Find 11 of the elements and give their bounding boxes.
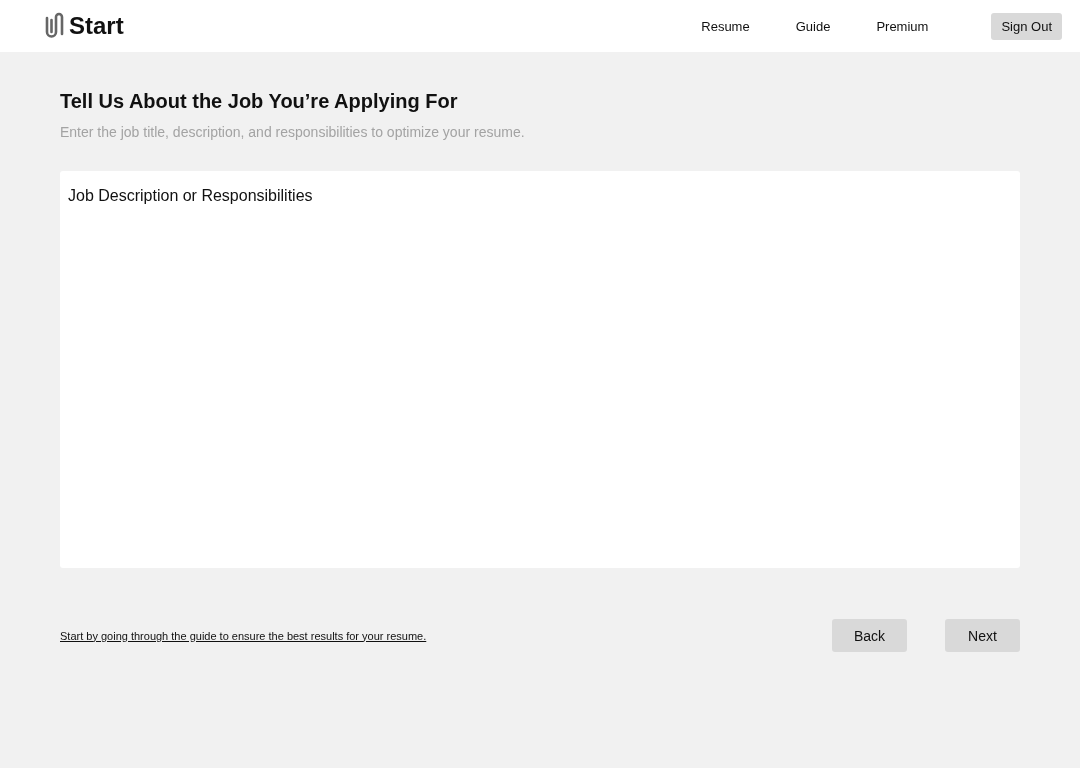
job-description-field[interactable]: Job Description or Responsibilities	[60, 171, 1020, 568]
page-subheading: Enter the job title, description, and responsibilities to optimize your resume.	[60, 124, 526, 140]
nav-button[interactable]: Next	[945, 619, 1020, 652]
nav-link[interactable]: Premium	[876, 18, 929, 34]
page-heading: Tell Us About the Job You’re Applying For	[60, 90, 459, 114]
logo-text[interactable]: Start	[69, 12, 124, 40]
guide-link[interactable]: Start by going through the guide to ensure the best results for your resume.	[60, 629, 427, 642]
nav-button[interactable]: Back	[832, 619, 907, 652]
nav-link[interactable]: Guide	[795, 18, 831, 34]
nav-link[interactable]: Resume	[701, 18, 750, 34]
sign-out-button[interactable]: Sign Out	[991, 12, 1062, 40]
